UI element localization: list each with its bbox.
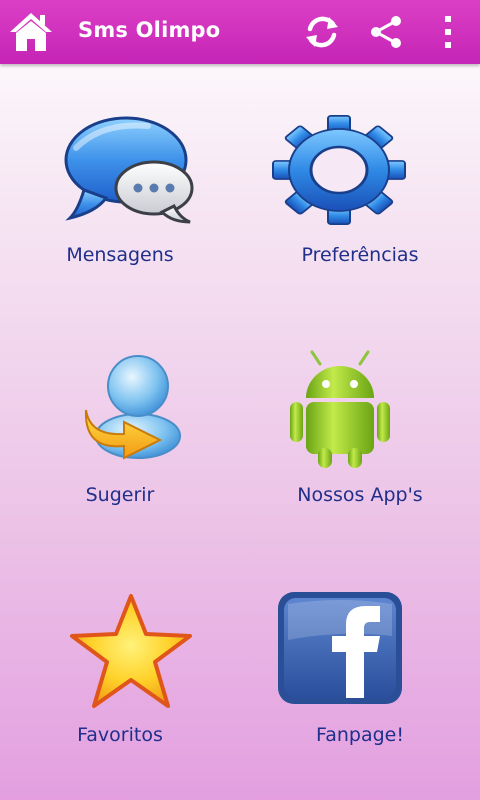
share-button[interactable] — [366, 12, 406, 52]
menu-item-favoritos[interactable]: Favoritos — [0, 544, 240, 784]
chat-bubbles-icon — [64, 116, 194, 224]
menu-grid: Mensagens Preferências Sugerir Nossos Ap… — [0, 64, 480, 800]
home-button[interactable] — [8, 10, 54, 54]
gear-icon — [272, 115, 406, 225]
user-arrow-icon — [84, 355, 181, 460]
overflow-menu-button[interactable] — [430, 12, 466, 52]
menu-item-preferencias[interactable]: Preferências — [240, 64, 480, 304]
menu-label: Nossos App's — [297, 484, 423, 506]
overflow-menu-icon — [445, 16, 451, 48]
menu-label: Favoritos — [77, 724, 163, 746]
menu-label: Sugerir — [85, 484, 155, 506]
menu-item-fanpage[interactable]: Fanpage! — [240, 544, 480, 784]
share-icon — [371, 16, 401, 48]
menu-label: Fanpage! — [316, 724, 404, 746]
refresh-icon — [306, 16, 338, 48]
star-icon — [70, 594, 192, 708]
app-bar: Sms Olimpo — [0, 0, 480, 64]
android-icon — [290, 350, 390, 468]
home-icon — [10, 13, 52, 51]
menu-label: Preferências — [301, 244, 419, 266]
app-title: Sms Olimpo — [78, 18, 221, 42]
refresh-button[interactable] — [302, 12, 342, 52]
menu-item-nossos-apps[interactable]: Nossos App's — [240, 304, 480, 544]
menu-item-mensagens[interactable]: Mensagens — [0, 64, 240, 304]
menu-label: Mensagens — [66, 244, 174, 266]
menu-item-sugerir[interactable]: Sugerir — [0, 304, 240, 544]
facebook-icon — [278, 592, 402, 704]
